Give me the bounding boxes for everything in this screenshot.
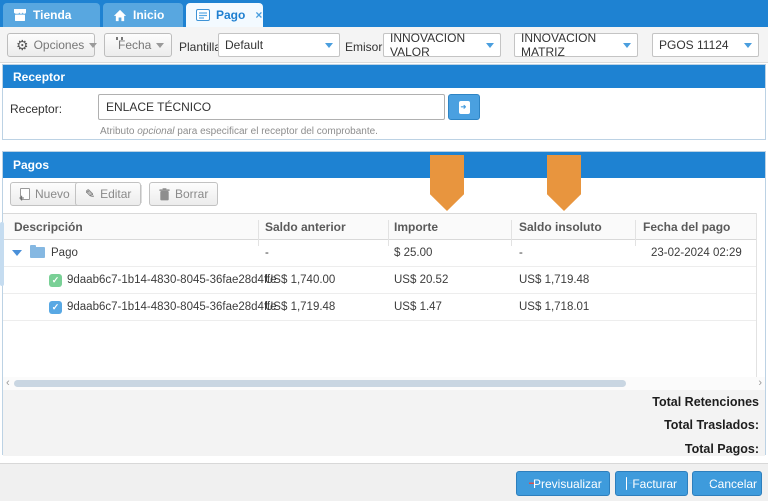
gear-icon: ⚙ (16, 38, 29, 52)
sucursal-value: INNOVACION MATRIZ (521, 31, 623, 59)
row-importe: US$ 20.52 (394, 274, 448, 286)
row-importe: US$ 1.47 (394, 301, 442, 313)
main-toolbar: ⚙ Opciones Fecha Plantilla: Default Emis… (0, 27, 768, 63)
document-check-icon: ✓ (49, 274, 62, 287)
row-importe: $ 25.00 (394, 247, 432, 259)
document-arrow-icon (459, 101, 470, 114)
tab-label: Tienda (33, 8, 71, 22)
cancelar-button[interactable]: Cancelar (692, 471, 762, 496)
tab-inicio[interactable]: Inicio (103, 3, 183, 27)
cancelar-label: Cancelar (709, 477, 757, 491)
receptor-panel: Receptor Receptor: Atributo opcional par… (2, 64, 766, 140)
receptor-panel-header: Receptor (3, 65, 765, 88)
collapse-icon[interactable] (12, 250, 22, 256)
scroll-left-icon[interactable]: ‹ (6, 377, 10, 390)
new-document-icon (20, 188, 30, 200)
total-pagos-label: Total Pagos: (685, 442, 759, 456)
plantilla-value: Default (225, 38, 263, 52)
scrollbar-thumb[interactable] (14, 380, 626, 387)
row-saldo-insoluto: - (519, 247, 523, 259)
emisor-value: INNOVACION VALOR (390, 31, 486, 59)
horizontal-scrollbar[interactable]: ‹ › (3, 377, 765, 390)
row-saldo-anterior: US$ 1,719.48 (265, 301, 335, 313)
trash-icon (159, 188, 170, 201)
row-saldo-insoluto: US$ 1,719.48 (519, 274, 589, 286)
receptor-panel-title: Receptor (13, 70, 65, 84)
receptor-field-label: Receptor: (10, 102, 62, 116)
form-icon (196, 9, 210, 21)
nuevo-button[interactable]: Nuevo (10, 182, 80, 206)
total-retenciones-label: Total Retenciones (652, 395, 759, 409)
table-row[interactable]: ✓ 9daab6c7-1b14-4830-8045-36fae28d4ffe U… (3, 294, 756, 321)
grid-right-border (756, 213, 757, 378)
row-saldo-insoluto: US$ 1,718.01 (519, 301, 589, 313)
row-description: Pago (51, 247, 78, 259)
borrar-button[interactable]: Borrar (149, 182, 218, 206)
col-saldo-insoluto[interactable]: Saldo insoluto (519, 220, 602, 234)
document-check-icon: ✓ (49, 301, 62, 314)
facturar-button[interactable]: Facturar (615, 471, 688, 496)
fecha-label: Fecha (118, 38, 151, 52)
chevron-down-icon (156, 43, 164, 48)
store-icon (13, 9, 27, 22)
totals-summary: Total Retenciones Total Traslados: Total… (3, 390, 765, 456)
borrar-label: Borrar (175, 187, 208, 201)
pagos-panel-header: Pagos (3, 152, 765, 178)
scroll-right-icon[interactable]: › (758, 377, 762, 390)
app-window: Tienda Inicio Pago × ⚙ Opciones Fecha (0, 0, 768, 501)
close-icon[interactable]: × (255, 9, 262, 21)
emisor-label: Emisor (345, 40, 382, 54)
chevron-down-icon (486, 43, 494, 48)
previsualizar-label: Previsualizar (533, 477, 602, 491)
pagos-panel-title: Pagos (13, 158, 49, 172)
row-fecha: 23-02-2024 02:29 (651, 247, 742, 259)
receptor-lookup-button[interactable] (448, 94, 480, 120)
table-row[interactable]: Pago - $ 25.00 - 23-02-2024 02:29 (3, 240, 756, 267)
col-importe[interactable]: Importe (394, 220, 438, 234)
tab-bar: Tienda Inicio Pago × (0, 0, 768, 27)
tab-tienda[interactable]: Tienda (3, 3, 100, 27)
tab-label: Inicio (133, 8, 164, 22)
home-icon (113, 9, 127, 22)
editar-button[interactable]: ✎ Editar (75, 182, 141, 206)
previsualizar-button[interactable]: Previsualizar (516, 471, 610, 496)
facturar-label: Facturar (632, 477, 677, 491)
editar-label: Editar (100, 187, 131, 201)
col-fecha-del-pago[interactable]: Fecha del pago (643, 220, 730, 234)
toolbar-divider (141, 185, 142, 203)
serie-value: PGOS 11124 (659, 38, 729, 52)
pencil-icon: ✎ (85, 188, 95, 200)
emisor-select[interactable]: INNOVACION VALOR (383, 33, 501, 57)
total-traslados-label: Total Traslados: (664, 418, 759, 432)
table-row[interactable]: ✓ 9daab6c7-1b14-4830-8045-36fae28d4ffe U… (3, 267, 756, 294)
chevron-down-icon (623, 43, 631, 48)
grid-header: Descripción Saldo anterior Importe Saldo… (3, 213, 756, 240)
sucursal-select[interactable]: INNOVACION MATRIZ (514, 33, 638, 57)
nuevo-label: Nuevo (35, 187, 70, 201)
receptor-hint: Atributo opcional para especificar el re… (100, 126, 378, 137)
opciones-label: Opciones (34, 38, 85, 52)
chevron-down-icon (89, 43, 97, 48)
plantilla-select[interactable]: Default (218, 33, 340, 57)
row-description: 9daab6c7-1b14-4830-8045-36fae28d4ffe (67, 301, 277, 313)
pagos-panel: Pagos Nuevo ✎ Editar Borrar Descripción … (2, 151, 766, 455)
chevron-down-icon (325, 43, 333, 48)
fecha-button[interactable]: Fecha (104, 33, 172, 57)
left-scroll-strip (0, 222, 4, 286)
folder-icon (30, 247, 45, 258)
opciones-button[interactable]: ⚙ Opciones (7, 33, 95, 57)
chevron-down-icon (744, 43, 752, 48)
col-saldo-anterior[interactable]: Saldo anterior (265, 220, 346, 234)
col-descripcion[interactable]: Descripción (14, 220, 83, 234)
serie-select[interactable]: PGOS 11124 (652, 33, 759, 57)
tab-label: Pago (216, 8, 245, 22)
row-saldo-anterior: US$ 1,740.00 (265, 274, 335, 286)
receptor-input[interactable] (98, 94, 445, 120)
row-description: 9daab6c7-1b14-4830-8045-36fae28d4ffe (67, 274, 277, 286)
row-saldo-anterior: - (265, 247, 269, 259)
tab-pago[interactable]: Pago × (186, 3, 263, 27)
footer-bar: Previsualizar Facturar Cancelar (0, 463, 768, 501)
